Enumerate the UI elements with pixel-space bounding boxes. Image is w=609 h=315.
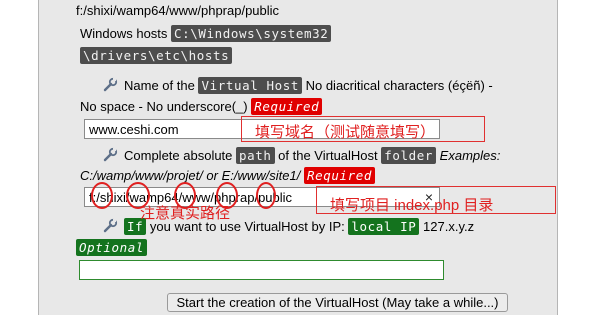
annotation-circle [91, 182, 113, 209]
path-annotation-text: 注意真实路径 [140, 205, 231, 222]
virtual-host-code: Virtual Host [198, 77, 302, 94]
name-label-line-1: Name of the Virtual Host No diacritical … [102, 77, 493, 94]
hosts-line-2: \drivers\etc\hosts [80, 47, 233, 64]
create-virtualhost-button[interactable]: Start the creation of the VirtualHost (M… [167, 293, 508, 312]
hosts-path-code-2: \drivers\etc\hosts [80, 47, 233, 64]
ip-example: 127.x.y.z [423, 219, 475, 234]
domain-annotation-text: 填写域名（测试随意填写） [255, 124, 436, 141]
wrench-icon [103, 218, 118, 233]
project-annotation-text: 填写项目 index.php 目录 [330, 197, 494, 214]
name-rules: No space - No underscore(_) [80, 99, 248, 114]
hosts-line-1: Windows hosts C:\Windows\system32 [80, 25, 332, 42]
local-ip-input[interactable] [79, 260, 444, 280]
hosts-path-code-1: C:\Windows\system32 [171, 25, 332, 42]
folder-code: folder [381, 147, 437, 164]
optional-line: Optional [76, 239, 148, 256]
current-path-text: f:/shixi/wamp64/www/phprap/public [76, 3, 280, 18]
virtual-host-name-value: www.ceshi.com [89, 122, 179, 137]
required-badge-name: Required [251, 98, 323, 115]
name-label-line-2: No space - No underscore(_) Required [80, 98, 323, 115]
path-label-line-2: C:/wamp/www/projet/ or E:/www/site1/ Req… [80, 167, 375, 184]
name-prefix: Name of the [124, 78, 195, 93]
path-prefix: Complete absolute [124, 148, 233, 163]
path-label-line-1: Complete absolute path of the VirtualHos… [102, 147, 501, 164]
wrench-icon [103, 147, 118, 162]
wrench-icon [103, 77, 118, 92]
name-suffix: No diacritical characters (éçëñ) - [305, 78, 493, 93]
path-middle: of the VirtualHost [278, 148, 378, 163]
examples-label: Examples: [439, 148, 501, 163]
required-badge-path: Required [303, 167, 375, 184]
path-examples: C:/wamp/www/projet/ or E:/www/site1/ [80, 168, 301, 183]
path-code: path [236, 147, 275, 164]
optional-badge: Optional [76, 239, 148, 256]
local-ip-code: local IP [348, 218, 420, 235]
annotation-circle [256, 182, 276, 209]
hosts-label: Windows hosts [80, 26, 168, 41]
